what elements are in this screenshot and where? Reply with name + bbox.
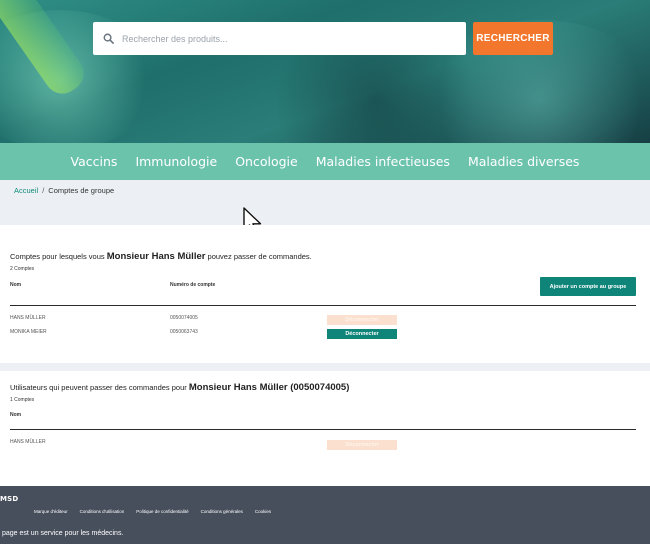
- accounts-section-title: Comptes pour lesquels vous Monsieur Hans…: [10, 251, 312, 262]
- column-header-name: Nom: [10, 282, 22, 288]
- nav-item-oncologie[interactable]: Oncologie: [235, 154, 298, 169]
- nav-item-vaccins[interactable]: Vaccins: [71, 154, 118, 169]
- search-box[interactable]: [93, 22, 466, 55]
- msd-logo[interactable]: MSD: [0, 486, 18, 505]
- footer-note: page est un service pour les médecins.: [2, 530, 124, 537]
- breadcrumb-separator: /: [42, 186, 45, 195]
- column-header-account-number: Numéro de compte: [170, 282, 216, 288]
- accounts-title-prefix: Comptes pour lesquels vous: [10, 252, 105, 261]
- search-button[interactable]: RECHERCHER: [473, 22, 553, 55]
- users-title-prefix: Utilisateurs qui peuvent passer des comm…: [10, 383, 187, 392]
- users-title-user: Monsieur Hans Müller (0050074005): [188, 382, 350, 393]
- breadcrumb: Accueil / Comptes de groupe: [14, 186, 114, 195]
- footer-link-terms-of-use[interactable]: Conditions d'utilisation: [80, 509, 125, 514]
- column-header-name: Nom: [10, 412, 22, 418]
- footer-link-publisher[interactable]: Marque d'éditeur: [34, 509, 68, 514]
- breadcrumb-home-link[interactable]: Accueil: [14, 186, 38, 195]
- footer-link-cookies[interactable]: Cookies: [255, 509, 271, 514]
- disconnect-button[interactable]: Déconnecter: [327, 329, 397, 339]
- nav-item-maladies-diverses[interactable]: Maladies diverses: [468, 154, 580, 169]
- breadcrumb-current: Comptes de groupe: [48, 186, 115, 195]
- search-icon: [103, 29, 114, 48]
- table-divider: [10, 429, 636, 430]
- footer-link-privacy-policy[interactable]: Politique de confidentialité: [136, 509, 188, 514]
- disconnect-button-disabled[interactable]: Déconnecter: [327, 315, 397, 325]
- disconnect-button-disabled[interactable]: Déconnecter: [327, 440, 397, 450]
- account-row-number: 0050063743: [170, 329, 198, 335]
- account-row-number: 0050074005: [170, 315, 198, 321]
- accounts-title-suffix: pouvez passer de commandes.: [207, 252, 312, 261]
- users-section-title: Utilisateurs qui peuvent passer des comm…: [10, 382, 349, 393]
- table-divider: [10, 305, 636, 306]
- accounts-title-user: Monsieur Hans Müller: [106, 251, 206, 262]
- category-nav: Vaccins Immunologie Oncologie Maladies i…: [0, 143, 650, 180]
- add-account-button[interactable]: Ajouter un compte au groupe: [540, 277, 636, 296]
- account-row-name: Monika Meier: [10, 329, 47, 335]
- nav-item-immunologie[interactable]: Immunologie: [135, 154, 217, 169]
- footer-links: Marque d'éditeur Conditions d'utilisatio…: [34, 509, 271, 514]
- search-input[interactable]: [122, 33, 442, 44]
- users-count: 1 Comptes: [10, 397, 35, 403]
- user-row-name: Hans Müller: [10, 439, 46, 445]
- nav-item-maladies-infectieuses[interactable]: Maladies infectieuses: [316, 154, 450, 169]
- footer-link-general-conditions[interactable]: Conditions générales: [201, 509, 243, 514]
- accounts-count: 2 Comptes: [10, 266, 35, 272]
- account-row-name: Hans Müller: [10, 315, 46, 321]
